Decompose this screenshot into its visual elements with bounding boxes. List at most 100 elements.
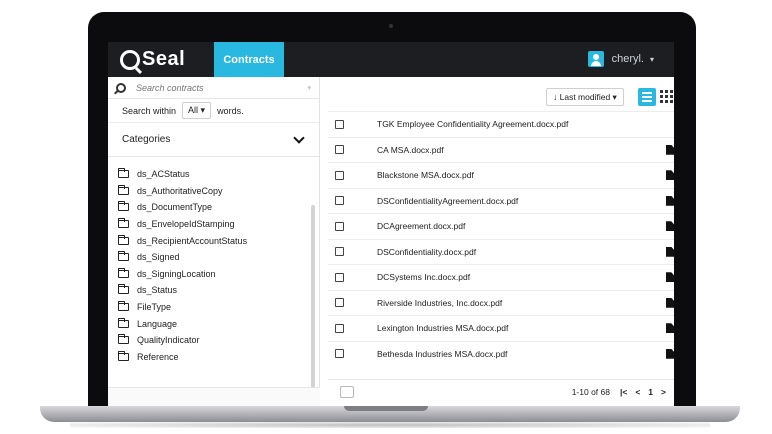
pagination-bar: 1-10 of 68 |< < 1 > (328, 379, 674, 403)
row-checkbox[interactable] (335, 247, 344, 257)
table-row[interactable]: Lexington Industries MSA.docx.pdf (328, 315, 674, 341)
file-name[interactable]: CA MSA.docx.pdf (377, 145, 444, 155)
table-row[interactable]: CA MSA.docx.pdf (328, 136, 674, 163)
sidebar-scrollbar[interactable] (311, 205, 315, 405)
category-item[interactable]: FileType (108, 299, 319, 316)
page-number[interactable]: 1 (648, 387, 653, 397)
file-name[interactable]: Bethesda Industries MSA.docx.pdf (377, 349, 507, 359)
category-label: FileType (137, 302, 172, 313)
document-icon (666, 323, 674, 334)
file-name[interactable]: DSConfidentialityAgreement.docx.pdf (377, 196, 518, 206)
row-checkbox[interactable] (335, 196, 344, 206)
category-item[interactable]: ds_EnvelopeIdStamping (108, 216, 319, 233)
table-row[interactable]: DSConfidentialityAgreement.docx.pdf (328, 187, 674, 214)
document-icon (666, 297, 674, 308)
file-name[interactable]: TGK Employee Confidentiality Agreement.d… (377, 119, 568, 129)
app-logo[interactable]: Seal (120, 46, 185, 73)
category-item[interactable]: ds_SigningLocation (108, 266, 319, 283)
file-name[interactable]: Blackstone MSA.docx.pdf (377, 170, 474, 180)
search-within-select[interactable]: All ▾ (182, 102, 212, 119)
category-list: ds_ACStatus ds_AuthoritativeCopy ds_Docu… (108, 157, 319, 365)
next-page-icon[interactable]: > (661, 387, 666, 397)
row-checkbox[interactable] (335, 272, 344, 282)
document-icon (666, 144, 674, 155)
list-view-icon[interactable] (638, 88, 656, 106)
row-checkbox[interactable] (335, 323, 344, 333)
grid-view-icon[interactable] (660, 90, 674, 103)
select-all-checkbox[interactable] (340, 385, 354, 398)
search-bar: ▾ (108, 77, 319, 99)
document-icon (666, 170, 674, 181)
folder-icon (118, 168, 129, 179)
document-icon (666, 272, 674, 283)
category-item[interactable]: ds_Status (108, 282, 319, 299)
search-within-suffix: words. (217, 105, 244, 116)
category-label: Language (137, 318, 178, 329)
document-icon (666, 221, 674, 232)
list-toolbar: ↓ Last modified ▾ (328, 77, 674, 111)
prev-page-icon[interactable]: < (635, 387, 640, 397)
file-name[interactable]: DCAgreement.docx.pdf (377, 221, 465, 231)
table-row[interactable]: DSConfidentiality.docx.pdf (328, 238, 674, 265)
logo-q-icon (120, 49, 140, 70)
row-checkbox[interactable] (335, 298, 344, 308)
category-item[interactable]: ds_Signed (108, 249, 319, 266)
category-item[interactable]: Reference (108, 349, 319, 366)
folder-icon (118, 284, 129, 295)
tab-contracts[interactable]: Contracts (214, 42, 284, 77)
category-item[interactable]: Language (108, 315, 319, 332)
chevron-down-icon: ▾ (649, 54, 654, 64)
table-row[interactable]: DCAgreement.docx.pdf (328, 213, 674, 239)
row-checkbox[interactable] (335, 170, 344, 180)
document-icon (666, 195, 674, 206)
category-item[interactable]: ds_ACStatus (108, 166, 319, 183)
category-label: ds_DocumentType (137, 202, 213, 213)
logo-text: Seal (142, 48, 186, 70)
laptop-camera (389, 24, 393, 28)
category-label: Reference (137, 351, 179, 362)
category-label: ds_EnvelopeIdStamping (137, 219, 235, 230)
folder-icon (118, 301, 129, 312)
table-row[interactable]: TGK Employee Confidentiality Agreement.d… (328, 111, 674, 137)
document-list-panel: ↓ Last modified ▾ TGK Employee Confident… (328, 77, 674, 406)
search-input[interactable] (136, 82, 286, 93)
pagination-text: 1-10 of 68 (571, 386, 610, 397)
row-checkbox[interactable] (335, 145, 344, 155)
file-name[interactable]: DCSystems Inc.docx.pdf (377, 272, 470, 282)
category-item[interactable]: ds_AuthoritativeCopy (108, 183, 319, 200)
file-name[interactable]: Lexington Industries MSA.docx.pdf (377, 323, 508, 333)
user-menu[interactable]: cheryl. ▾ (587, 51, 654, 67)
row-checkbox[interactable] (335, 221, 344, 231)
category-label: ds_Status (137, 285, 178, 296)
search-dropdown-icon[interactable]: ▾ (307, 84, 311, 92)
category-item[interactable]: ds_DocumentType (108, 199, 319, 216)
category-label: ds_Signed (137, 252, 180, 263)
search-within-label: Search within (122, 105, 177, 116)
category-item[interactable]: ds_RecipientAccountStatus (108, 232, 319, 249)
category-item[interactable]: QualityIndicator (108, 332, 319, 349)
row-checkbox[interactable] (335, 119, 344, 129)
table-row[interactable]: DCSystems Inc.docx.pdf (328, 264, 674, 290)
file-name[interactable]: DSConfidentiality.docx.pdf (377, 247, 476, 257)
sort-button[interactable]: ↓ Last modified ▾ (546, 88, 624, 106)
file-name[interactable]: Riverside Industries, Inc.docx.pdf (377, 298, 502, 308)
row-checkbox[interactable] (335, 349, 344, 359)
sidebar: ▾ Search within All ▾ words. Categories … (108, 77, 320, 406)
category-label: ds_ACStatus (137, 169, 190, 180)
folder-icon (118, 317, 129, 328)
table-row[interactable]: Blackstone MSA.docx.pdf (328, 162, 674, 188)
laptop-notch (344, 406, 428, 411)
table-row[interactable]: Riverside Industries, Inc.docx.pdf (328, 289, 674, 316)
table-row[interactable]: Bethesda Industries MSA.docx.pdf (328, 340, 674, 367)
folder-icon (118, 184, 129, 195)
sidebar-footer (108, 387, 320, 406)
first-page-icon[interactable]: |< (620, 387, 627, 397)
categories-header[interactable]: Categories (108, 123, 319, 157)
category-label: QualityIndicator (137, 335, 200, 346)
user-name: cheryl. (611, 53, 644, 65)
folder-icon (118, 234, 129, 245)
category-label: ds_SigningLocation (137, 268, 216, 279)
document-icon (666, 246, 674, 257)
document-icon (666, 348, 674, 359)
folder-icon (118, 267, 129, 278)
